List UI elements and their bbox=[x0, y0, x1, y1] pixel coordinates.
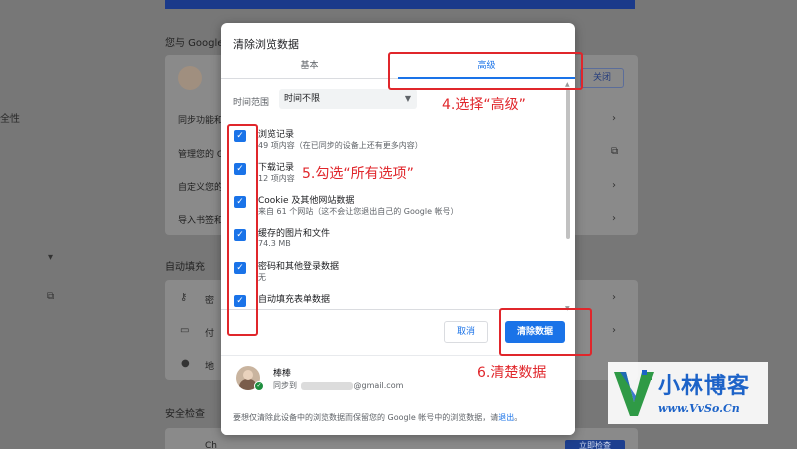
item-title: 缓存的图片和文件 bbox=[258, 229, 331, 239]
check-now-button[interactable]: 立即检查 bbox=[565, 440, 625, 449]
watermark: 小林博客 www.VvSo.Cn bbox=[608, 362, 768, 424]
addresses-row[interactable]: 地 bbox=[205, 359, 214, 372]
you-and-google-heading: 您与 Google bbox=[165, 38, 224, 49]
external-link-icon: ⧉ bbox=[611, 146, 619, 157]
customize-profile-row[interactable]: 自定义您的 bbox=[178, 180, 223, 193]
watermark-logo-icon bbox=[614, 370, 654, 416]
manage-account-row[interactable]: 管理您的 G bbox=[178, 147, 224, 160]
clear-button-highlight bbox=[499, 308, 592, 356]
external-link-icon[interactable]: ⧉ bbox=[47, 291, 54, 302]
payment-methods-row[interactable]: 付 bbox=[205, 326, 214, 339]
list-item[interactable]: ✓ 密码和其他登录数据 无 bbox=[221, 259, 561, 293]
time-range-select[interactable]: 时间不限 ▼ bbox=[279, 89, 417, 109]
item-title: 浏览记录 bbox=[258, 130, 295, 140]
credit-card-icon: ▭ bbox=[180, 325, 190, 336]
step6-annotation: 6.清楚数据 bbox=[477, 365, 547, 381]
scroll-thumb[interactable] bbox=[566, 89, 570, 239]
item-title: 自动填充表单数据 bbox=[258, 295, 331, 305]
list-item[interactable]: ✓ Cookie 及其他网站数据 来自 61 个网站（这不会让您退出自己的 Go… bbox=[221, 193, 561, 227]
chevron-right-icon: › bbox=[612, 213, 616, 224]
passwords-row[interactable]: 密 bbox=[205, 293, 214, 306]
account-name: 棒棒 bbox=[273, 369, 292, 379]
redacted-email bbox=[300, 381, 353, 390]
list-item[interactable]: ✓ 缓存的图片和文件 74.3 MB bbox=[221, 226, 561, 260]
bg-close-button[interactable]: 关闭 bbox=[580, 68, 624, 88]
item-subtitle: 无 bbox=[258, 273, 266, 282]
list-item[interactable]: ✓ 浏览记录 49 项内容（在已同步的设备上还有更多内容） bbox=[221, 127, 561, 161]
safety-check-row: Ch bbox=[205, 441, 217, 449]
sync-services-row[interactable]: 同步功能和 bbox=[178, 113, 223, 126]
tab-basic[interactable]: 基本 bbox=[221, 53, 398, 79]
item-title: Cookie 及其他网站数据 bbox=[258, 196, 355, 206]
sync-check-icon: ✓ bbox=[254, 381, 264, 391]
sync-prefix: 同步到 bbox=[273, 381, 297, 390]
account-avatar bbox=[178, 66, 202, 90]
item-subtitle: 49 项内容（在已同步的设备上还有更多内容） bbox=[258, 141, 423, 150]
location-pin-icon: ● bbox=[181, 358, 190, 369]
step5-annotation: 5.勾选“所有选项” bbox=[302, 166, 414, 182]
chevron-right-icon: › bbox=[612, 292, 616, 303]
cancel-button[interactable]: 取消 bbox=[444, 321, 488, 343]
sign-out-note: 要想仅清除此设备中的浏览数据而保留您的 Google 帐号中的浏览数据，请退出。 bbox=[233, 412, 522, 423]
safety-check-heading: 安全检查 bbox=[165, 409, 205, 420]
key-icon: ⚷ bbox=[180, 292, 188, 303]
time-range-label: 时间范围 bbox=[233, 98, 270, 108]
autofill-heading: 自动填充 bbox=[165, 262, 205, 273]
sidebar-item-security[interactable]: 全性 bbox=[0, 110, 20, 125]
sync-info: 同步到 @gmail.com bbox=[273, 380, 403, 391]
item-subtitle: 74.3 MB bbox=[258, 239, 291, 248]
note-text: 要想仅清除此设备中的浏览数据而保留您的 Google 帐号中的浏览数据，请 bbox=[233, 413, 499, 422]
item-subtitle: 来自 61 个网站（这不会让您退出自己的 Google 帐号） bbox=[258, 207, 459, 216]
note-end: 。 bbox=[514, 413, 523, 422]
sign-out-link[interactable]: 退出 bbox=[498, 413, 514, 422]
advanced-tab-highlight bbox=[388, 52, 583, 90]
item-title: 密码和其他登录数据 bbox=[258, 262, 340, 272]
list-item[interactable]: ✓ 自动填充表单数据 bbox=[221, 292, 561, 309]
sync-email-domain: @gmail.com bbox=[353, 381, 404, 390]
chevron-right-icon: › bbox=[612, 180, 616, 191]
item-title: 下载记录 bbox=[258, 163, 295, 173]
checkboxes-highlight bbox=[227, 124, 258, 336]
watermark-title: 小林博客 bbox=[658, 374, 751, 399]
time-range-value: 时间不限 bbox=[284, 94, 321, 104]
list-scrollbar[interactable]: ▲ ▼ bbox=[565, 81, 571, 313]
chevron-right-icon: › bbox=[612, 113, 616, 124]
step4-annotation: 4.选择“高级” bbox=[442, 97, 526, 113]
chevron-right-icon: › bbox=[612, 325, 616, 336]
top-banner bbox=[165, 0, 635, 9]
chevron-down-icon[interactable]: ▾ bbox=[48, 252, 53, 263]
data-type-list: ✓ 浏览记录 49 项内容（在已同步的设备上还有更多内容） ✓ 下载记录 12 … bbox=[221, 119, 575, 309]
watermark-url: www.VvSo.Cn bbox=[658, 402, 740, 415]
item-subtitle: 12 项内容 bbox=[258, 174, 295, 183]
import-bookmarks-row[interactable]: 导入书签和 bbox=[178, 213, 223, 226]
dropdown-arrow-icon: ▼ bbox=[404, 94, 411, 103]
dialog-title: 清除浏览数据 bbox=[233, 38, 299, 51]
